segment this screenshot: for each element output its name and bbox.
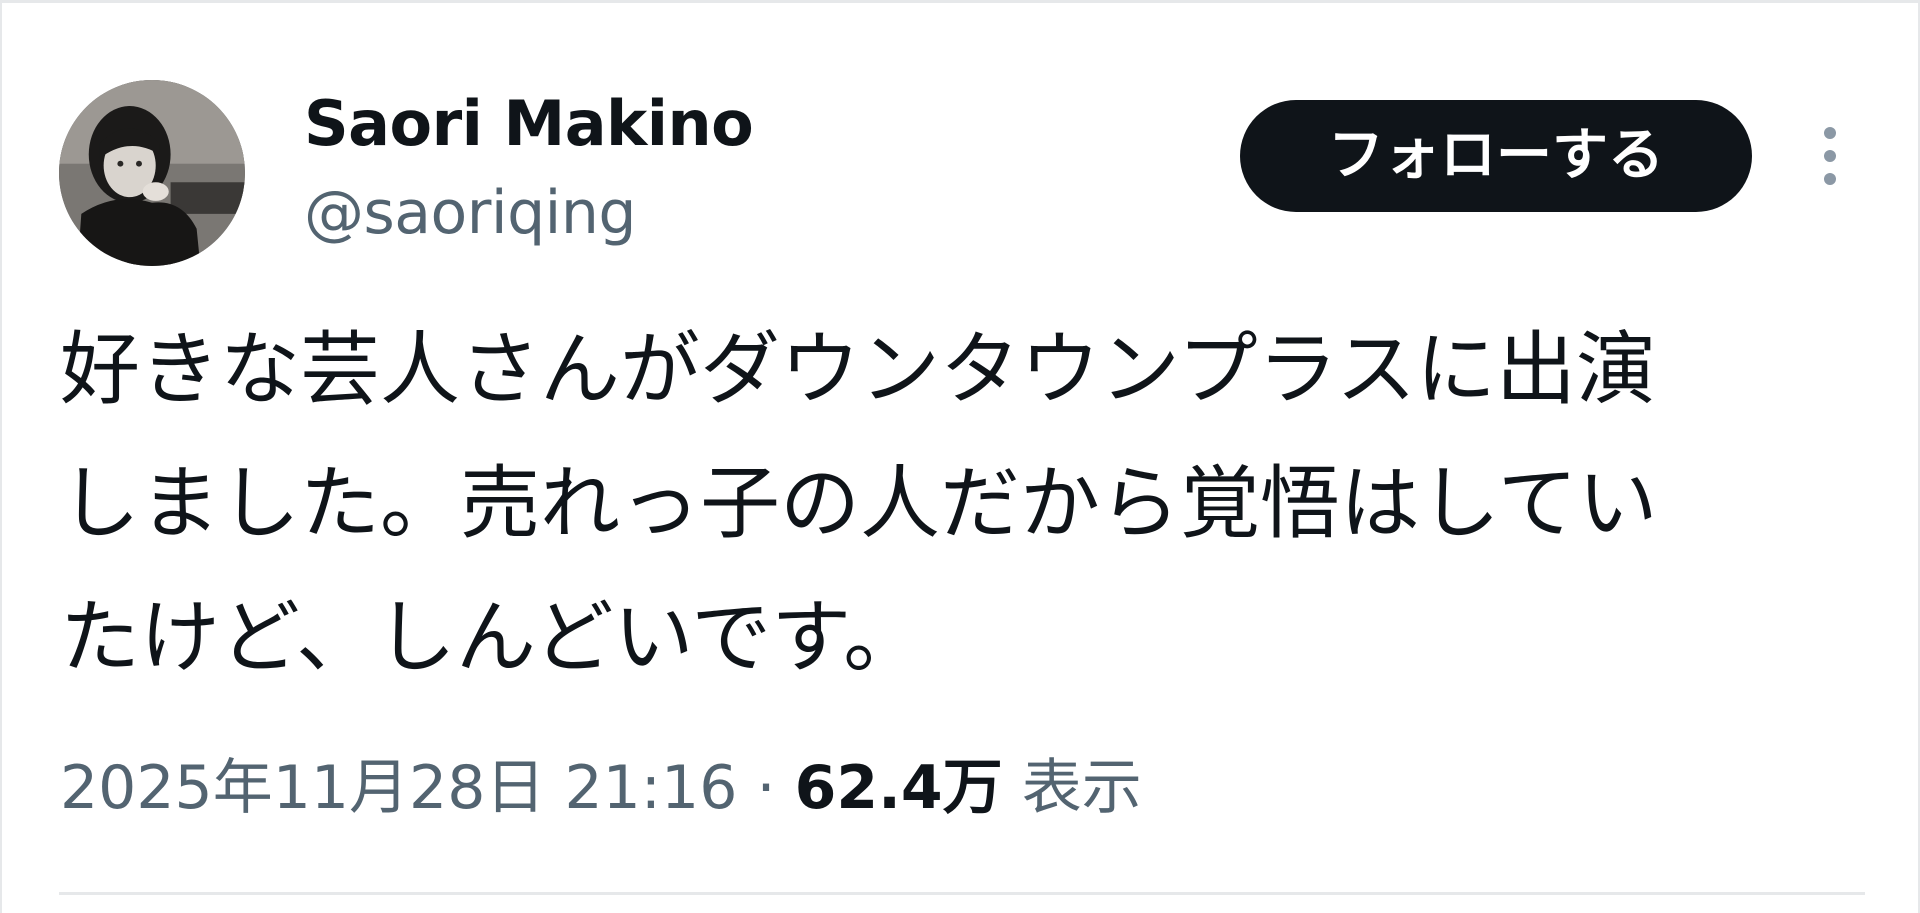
tweet-text-line: しました。売れっ子の人だから覚悟はしてい (60, 457, 1658, 550)
divider (59, 892, 1865, 895)
tweet-text-line: 好きな芸人さんがダウンタウンプラスに出演 (60, 323, 1656, 416)
follow-button[interactable]: フォローする (1240, 100, 1752, 212)
user-handle[interactable]: @saoriqing (304, 173, 636, 253)
tweet-card: Saori Makino @saoriqing フォローする 好きな芸人さんがダ… (0, 0, 1920, 913)
tweet-text-line: たけど、しんどいです。 (60, 591, 924, 684)
meta-separator: · (756, 753, 776, 823)
views-count[interactable]: 62.4万 (795, 753, 1003, 823)
display-name[interactable]: Saori Makino (304, 83, 754, 165)
timestamp-link[interactable]: 2025年11月28日 21:16 (60, 753, 737, 823)
more-vertical-icon (1824, 127, 1836, 185)
tweet-text: 好きな芸人さんがダウンタウンプラスに出演 しました。売れっ子の人だから覚悟はして… (60, 303, 1840, 705)
more-options-button[interactable] (1804, 121, 1856, 191)
views-label: 表示 (1021, 753, 1142, 823)
avatar[interactable] (59, 80, 245, 266)
tweet-meta: 2025年11月28日 21:16 · 62.4万 表示 (60, 743, 1142, 833)
avatar-photo (59, 80, 245, 266)
